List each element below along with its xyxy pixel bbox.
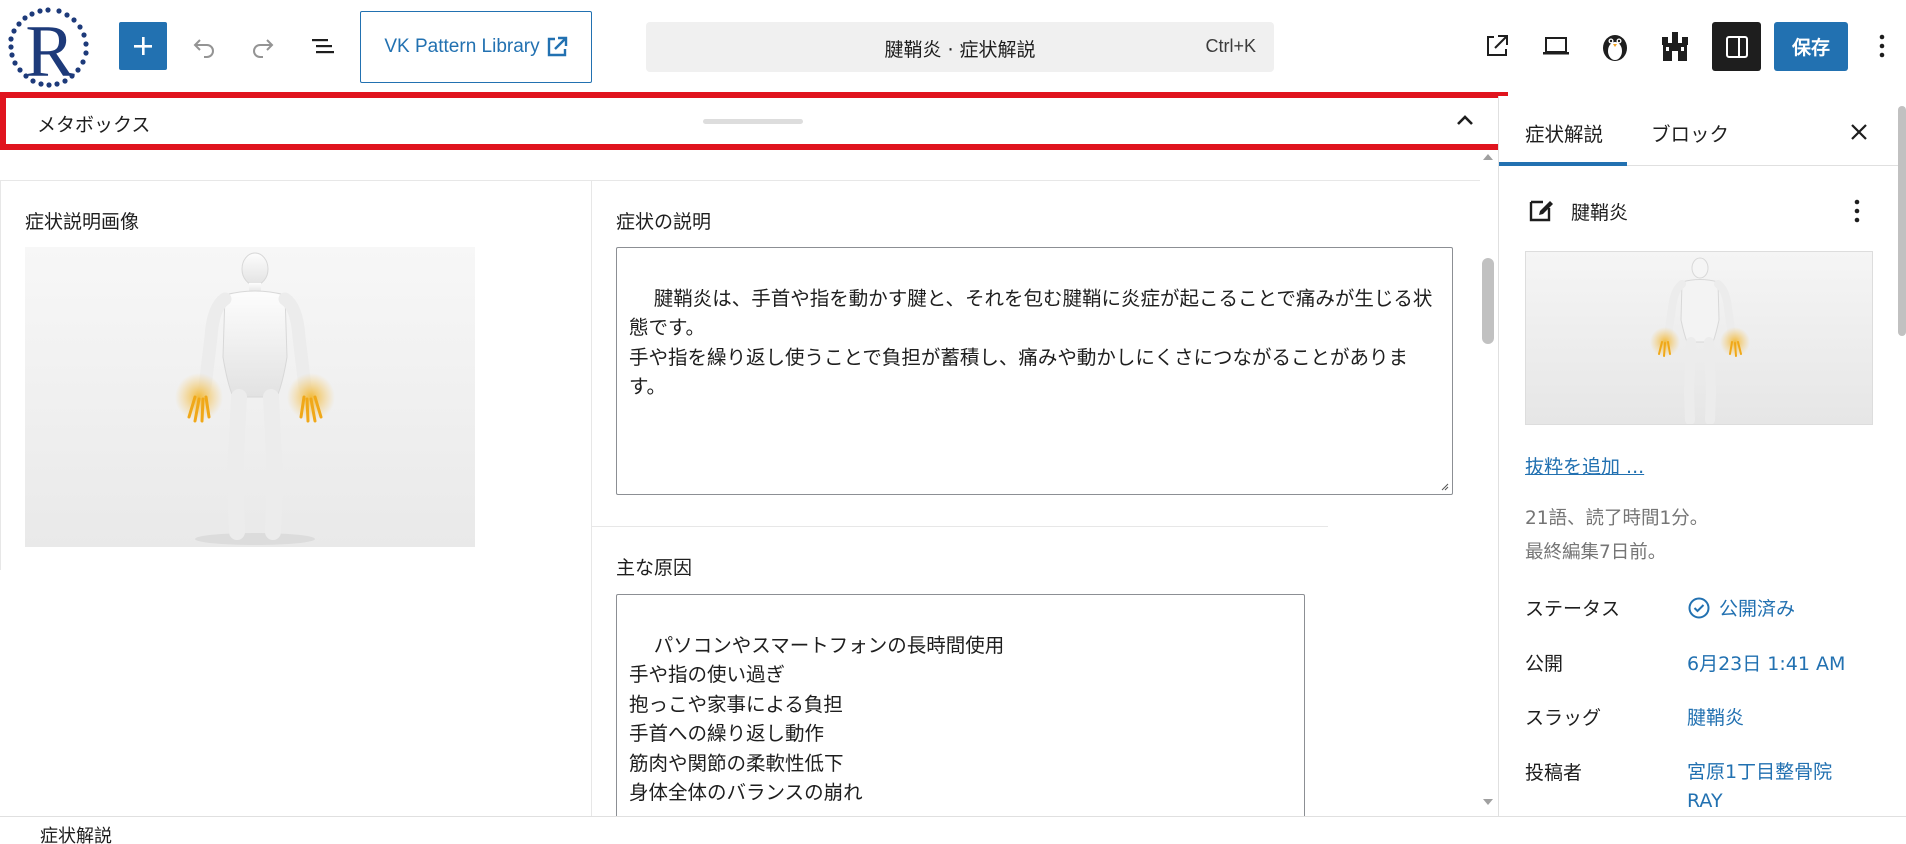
plugin-castle-button[interactable] <box>1653 24 1697 68</box>
symptom-image[interactable] <box>25 247 475 547</box>
external-link-icon <box>547 36 567 57</box>
body-figure-image <box>175 252 335 545</box>
sidebar-tabs: 症状解説 ブロック <box>1499 96 1906 166</box>
author-button[interactable]: 宮原1丁目整骨院 RAY <box>1687 758 1837 816</box>
description-text: 腱鞘炎は、手首や指を動かす腱と、それを包む腱鞘に炎症が起こることで痛みが生じる状… <box>629 286 1433 399</box>
view-post-button[interactable] <box>1475 24 1519 68</box>
status-button[interactable]: 公開済み <box>1687 594 1795 621</box>
edit-post-icon <box>1529 200 1553 222</box>
published-check-icon <box>1688 597 1710 618</box>
external-link-icon <box>1487 35 1508 56</box>
status-label: ステータス <box>1525 598 1621 620</box>
last-edited: 最終編集7日前。 <box>1525 542 1667 563</box>
metabox-content: 症状説明画像 症状の説明 腱鞘炎は、手首や指を動かす腱と、それを包む腱鞘に炎症が… <box>0 150 1480 816</box>
keyboard-shortcut: Ctrl+K <box>1205 36 1256 56</box>
scrollbar-thumb[interactable] <box>1482 258 1494 344</box>
word-count: 21語、読了時間1分。 <box>1525 508 1709 529</box>
slug-button[interactable]: 腱鞘炎 <box>1687 703 1744 730</box>
more-vertical-icon <box>1879 34 1885 58</box>
publish-label: 公開 <box>1525 653 1564 675</box>
plus-icon <box>134 37 152 55</box>
add-excerpt-link[interactable]: 抜粋を追加 ... <box>1525 452 1644 479</box>
active-tab-indicator <box>1499 162 1627 166</box>
laptop-icon <box>1543 37 1569 55</box>
status-value: 公開済み <box>1719 598 1796 620</box>
featured-image[interactable] <box>1525 251 1873 425</box>
tab-post[interactable]: 症状解説 <box>1525 118 1603 147</box>
vk-pattern-library-label: VK Pattern Library <box>384 36 540 57</box>
body-figure-thumbnail <box>1650 257 1750 424</box>
resize-grip-icon[interactable] <box>1439 481 1449 491</box>
vk-pattern-library-button[interactable]: VK Pattern Library <box>360 11 592 83</box>
more-vertical-icon[interactable] <box>1853 198 1861 224</box>
command-palette-bar[interactable]: 腱鞘炎 · 症状解説 Ctrl+K <box>646 22 1274 72</box>
breadcrumb[interactable]: 症状解説 <box>40 822 112 844</box>
site-logo[interactable]: R <box>4 4 92 93</box>
resize-handle[interactable] <box>703 119 803 124</box>
settings-sidebar: 症状解説 ブロック 腱鞘炎 抜粋を追加 ... 21語、読了時間1分。 最終編集… <box>1498 96 1906 816</box>
undo-icon <box>193 39 214 58</box>
close-icon[interactable] <box>1845 118 1873 146</box>
causes-text: パソコンやスマートフォンの長時間使用 手や指の使い過ぎ 抱っこや家事による負担 … <box>629 633 1005 805</box>
redo-icon <box>253 39 274 58</box>
divider <box>0 180 1 570</box>
redo-button[interactable] <box>241 24 285 68</box>
causes-textarea[interactable]: パソコンやスマートフォンの長時間使用 手や指の使い過ぎ 抱っこや家事による負担 … <box>616 594 1305 816</box>
metabox-header[interactable]: メタボックス <box>0 92 1508 150</box>
list-view-icon <box>312 39 334 54</box>
document-title: 腱鞘炎 · 症状解説 <box>884 39 1036 61</box>
options-button[interactable] <box>1862 24 1902 68</box>
save-button[interactable]: 保存 <box>1774 22 1848 71</box>
content-scrollbar[interactable] <box>1480 150 1498 816</box>
add-block-button[interactable] <box>119 22 167 70</box>
plugin-penguin-button[interactable] <box>1593 24 1637 68</box>
divider <box>592 526 1328 527</box>
sidebar-icon <box>1725 35 1748 58</box>
scroll-down-arrow-icon[interactable] <box>1482 797 1494 807</box>
chevron-up-icon[interactable] <box>1452 108 1478 134</box>
settings-sidebar-toggle[interactable] <box>1712 22 1761 71</box>
sidebar-scrollbar-thumb[interactable] <box>1898 106 1906 336</box>
document-overview-button[interactable] <box>301 24 345 68</box>
author-label: 投稿者 <box>1525 762 1583 784</box>
causes-field-label: 主な原因 <box>616 557 693 579</box>
undo-button[interactable] <box>182 24 226 68</box>
post-summary: 腱鞘炎 <box>1527 194 1887 228</box>
penguin-icon <box>1603 35 1627 61</box>
castle-icon <box>1662 32 1688 61</box>
slug-label: スラッグ <box>1525 707 1602 729</box>
post-title: 腱鞘炎 <box>1571 202 1629 224</box>
preview-button[interactable] <box>1534 24 1578 68</box>
svg-text:R: R <box>25 11 75 90</box>
divider <box>0 180 1480 181</box>
tab-block[interactable]: ブロック <box>1651 118 1729 147</box>
scroll-up-arrow-icon[interactable] <box>1482 152 1494 162</box>
breadcrumb-bar: 症状解説 <box>0 816 1906 844</box>
description-textarea[interactable]: 腱鞘炎は、手首や指を動かす腱と、それを包む腱鞘に炎症が起こることで痛みが生じる状… <box>616 247 1453 495</box>
column-divider <box>591 180 592 816</box>
image-field-label: 症状説明画像 <box>25 211 140 233</box>
editor-toolbar: R VK Pattern Library 腱鞘炎 · 症状解説 Ctrl+K 保… <box>0 0 1906 96</box>
publish-date-button[interactable]: 6月23日 1:41 AM <box>1687 649 1845 676</box>
metabox-title: メタボックス <box>37 114 151 136</box>
description-field-label: 症状の説明 <box>616 211 712 233</box>
